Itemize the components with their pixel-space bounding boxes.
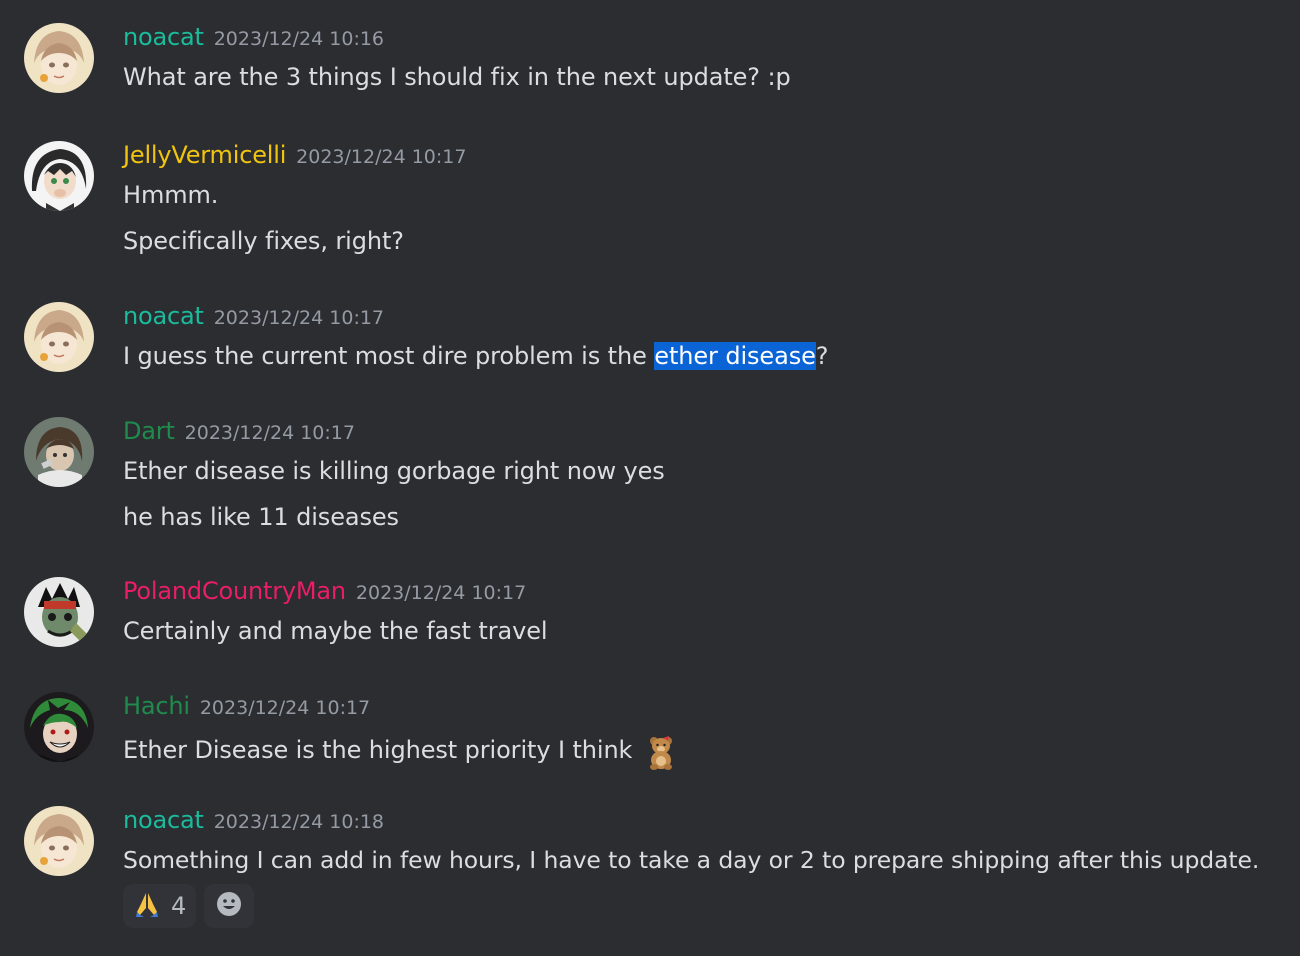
message-header: Dart 2023/12/24 10:17 [123,417,355,449]
message-text-plain: I guess the current most dire problem is… [123,342,655,370]
timestamp: 2023/12/24 10:16 [213,28,385,50]
message-header: Hachi 2023/12/24 10:17 [123,692,370,724]
message-text: Hmmm. [123,181,219,209]
avatar[interactable] [24,577,94,647]
username[interactable]: Dart [123,417,175,445]
avatar[interactable] [24,302,94,372]
timestamp: 2023/12/24 10:17 [199,697,371,719]
message-header: JellyVermicelli 2023/12/24 10:17 [123,141,466,173]
reaction-count: 4 [171,892,187,920]
username[interactable]: JellyVermicelli [123,141,286,169]
avatar[interactable] [24,692,94,762]
avatar[interactable] [24,417,94,487]
avatar-hachi-image [24,692,94,762]
message-header: noacat 2023/12/24 10:16 [123,23,384,55]
username[interactable]: noacat [123,806,204,834]
message-header: noacat 2023/12/24 10:18 [123,806,384,838]
timestamp: 2023/12/24 10:17 [213,307,385,329]
message-text: I guess the current most dire problem is… [123,342,829,370]
message-header: PolandCountryMan 2023/12/24 10:17 [123,577,526,609]
add-reaction-button[interactable] [204,884,255,928]
message-text: Ether disease is killing gorbage right n… [123,457,665,485]
timestamp: 2023/12/24 10:17 [355,582,527,604]
selected-text: ether disease [654,342,816,370]
username[interactable]: noacat [123,23,204,51]
message-text: Certainly and maybe the fast travel [123,617,548,645]
username[interactable]: noacat [123,302,204,330]
reaction-folded-hands[interactable]: 4 [123,884,197,928]
username[interactable]: Hachi [123,692,190,720]
avatar[interactable] [24,23,94,93]
message-text: he has like 11 diseases [123,503,399,531]
bear-plush-emoji-icon[interactable] [646,732,676,770]
timestamp: 2023/12/24 10:17 [184,422,355,444]
chat-message-list: noacat 2023/12/24 10:16 What are the 3 th… [0,0,1300,956]
message-text: Ether Disease is the highest priority I … [123,732,676,770]
avatar-noacat-image [24,23,94,93]
avatar[interactable] [24,141,94,211]
avatar-jellyvermicelli-image [24,141,94,211]
folded-hands-icon [133,890,161,922]
message-text: Specifically fixes, right? [123,227,404,255]
timestamp: 2023/12/24 10:17 [296,146,467,168]
timestamp: 2023/12/24 10:18 [213,811,385,833]
avatar-polandcountryman-image [24,577,94,647]
message-header: noacat 2023/12/24 10:17 [123,302,384,334]
avatar[interactable] [24,806,94,876]
avatar-noacat-image [24,806,94,876]
message-text: What are the 3 things I should fix in th… [123,63,791,91]
message-text-plain: ? [815,342,829,370]
smiley-face-icon [215,890,243,922]
message-text-plain: Ether Disease is the highest priority I … [123,736,633,764]
reactions-bar: 4 [123,884,255,928]
message-text: Something I can add in few hours, I have… [123,846,1260,874]
username[interactable]: PolandCountryMan [123,577,346,605]
avatar-noacat-image [24,302,94,372]
avatar-dart-image [24,417,94,487]
